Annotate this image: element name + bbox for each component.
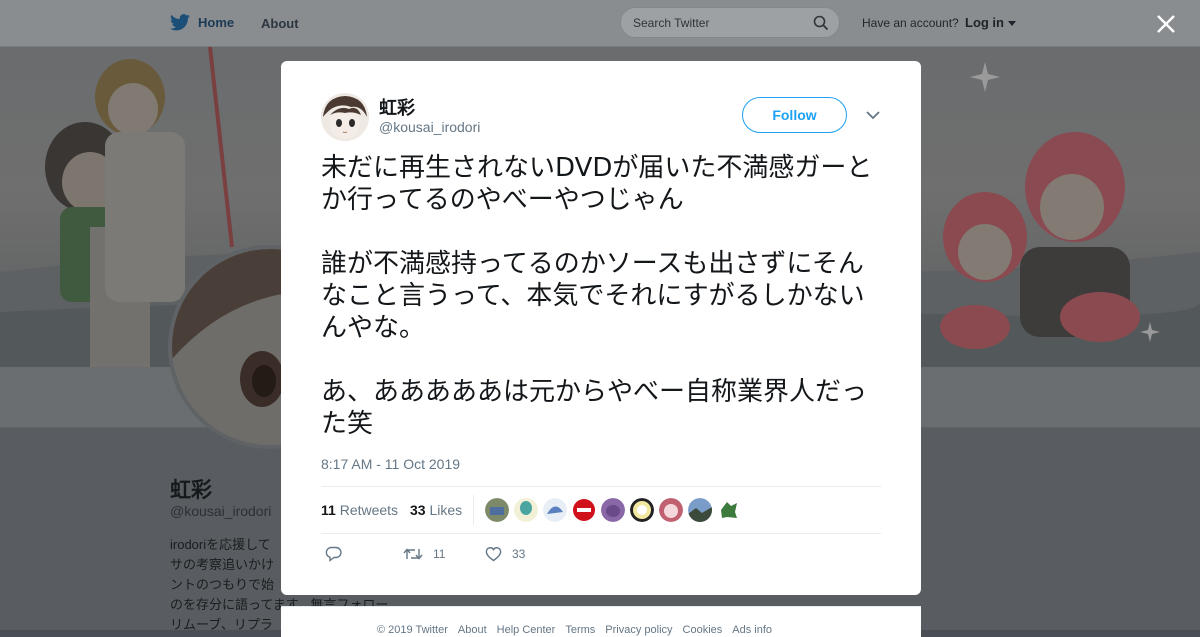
nav-home-link[interactable]: Home bbox=[170, 14, 234, 31]
like-button[interactable]: 33 bbox=[485, 546, 525, 562]
tweet-paragraph: あ、あああああは元からやべー自称業界人だった笑 bbox=[321, 377, 868, 439]
liker-avatar[interactable] bbox=[543, 498, 567, 522]
liker-avatar[interactable] bbox=[485, 498, 509, 522]
footer-link-privacy[interactable]: Privacy policy bbox=[605, 624, 672, 636]
tweet-stats: 11 Retweets 33 Likes bbox=[321, 486, 881, 534]
tweet-timestamp[interactable]: 8:17 AM - 11 Oct 2019 bbox=[321, 456, 460, 472]
liker-avatar[interactable] bbox=[572, 498, 596, 522]
retweets-stat[interactable]: 11 Retweets bbox=[321, 502, 398, 518]
nav-home-label: Home bbox=[198, 15, 235, 30]
retweet-icon bbox=[403, 548, 423, 560]
footer-links: © 2019 Twitter About Help Center Terms P… bbox=[377, 624, 772, 636]
account-prompt: Have an account? bbox=[862, 16, 959, 30]
likes-stat[interactable]: 33 Likes bbox=[410, 502, 462, 518]
footer-link-ads[interactable]: Ads info bbox=[732, 624, 772, 636]
tweet-paragraph: 未だに再生されないDVDが届いた不満感ガーとか行ってるのやべーやつじゃん bbox=[321, 153, 873, 215]
search-input[interactable]: Search Twitter bbox=[620, 7, 840, 38]
liker-avatars bbox=[485, 498, 741, 522]
footer-link-help[interactable]: Help Center bbox=[497, 624, 556, 636]
twitter-bird-icon bbox=[170, 14, 190, 31]
footer-link-about[interactable]: About bbox=[458, 624, 487, 636]
tweet-author-avatar[interactable] bbox=[321, 93, 369, 141]
follow-button[interactable]: Follow bbox=[742, 97, 847, 133]
footer-copyright: © 2019 Twitter bbox=[377, 624, 448, 636]
top-navigation-bar: Home About Search Twitter Have an accoun… bbox=[0, 0, 1200, 47]
like-count: 33 bbox=[512, 547, 526, 561]
liker-avatar[interactable] bbox=[514, 498, 538, 522]
login-label: Log in bbox=[965, 15, 1004, 30]
profile-name: 虹彩 bbox=[170, 479, 212, 502]
reply-icon bbox=[325, 546, 342, 562]
tweet-paragraph: 誰が不満感持ってるのかソースも出さずにそんなこと言うって、本気でそれにすがるしか… bbox=[321, 249, 865, 343]
tweet-text: 未だに再生されないDVDが届いた不満感ガーとか行ってるのやべーやつじゃん 誰が不… bbox=[321, 152, 886, 472]
search-icon[interactable] bbox=[813, 15, 829, 31]
tweet-modal: 虹彩 @kousai_irodori Follow 未だに再生されないDVDが届… bbox=[281, 61, 921, 595]
chevron-down-icon bbox=[1007, 21, 1016, 26]
tweet-author-name[interactable]: 虹彩 bbox=[379, 94, 415, 120]
retweets-label: Retweets bbox=[339, 502, 399, 518]
reply-button[interactable] bbox=[325, 546, 342, 562]
likes-count: 33 bbox=[410, 502, 426, 518]
retweet-count: 11 bbox=[433, 547, 446, 561]
modal-footer: © 2019 Twitter About Help Center Terms P… bbox=[281, 606, 921, 637]
likes-label: Likes bbox=[429, 502, 463, 518]
profile-handle: @kousai_irodori bbox=[170, 503, 272, 519]
heart-icon bbox=[485, 547, 502, 562]
close-icon[interactable] bbox=[1154, 12, 1178, 36]
login-link[interactable]: Log in bbox=[965, 15, 1016, 30]
liker-avatar[interactable] bbox=[659, 498, 683, 522]
tweet-author-handle[interactable]: @kousai_irodori bbox=[379, 119, 480, 135]
tweet-actions: 11 33 bbox=[321, 546, 881, 566]
footer-link-terms[interactable]: Terms bbox=[565, 624, 595, 636]
liker-avatar[interactable] bbox=[688, 498, 712, 522]
stats-divider bbox=[473, 495, 474, 525]
liker-avatar[interactable] bbox=[717, 498, 741, 522]
liker-avatar[interactable] bbox=[601, 498, 625, 522]
chevron-down-icon[interactable] bbox=[865, 109, 881, 121]
nav-about-link[interactable]: About bbox=[261, 16, 299, 31]
search-placeholder: Search Twitter bbox=[633, 16, 710, 30]
liker-avatar[interactable] bbox=[630, 498, 654, 522]
retweets-count: 11 bbox=[321, 502, 336, 518]
footer-link-cookies[interactable]: Cookies bbox=[683, 624, 723, 636]
retweet-button[interactable]: 11 bbox=[403, 546, 445, 562]
